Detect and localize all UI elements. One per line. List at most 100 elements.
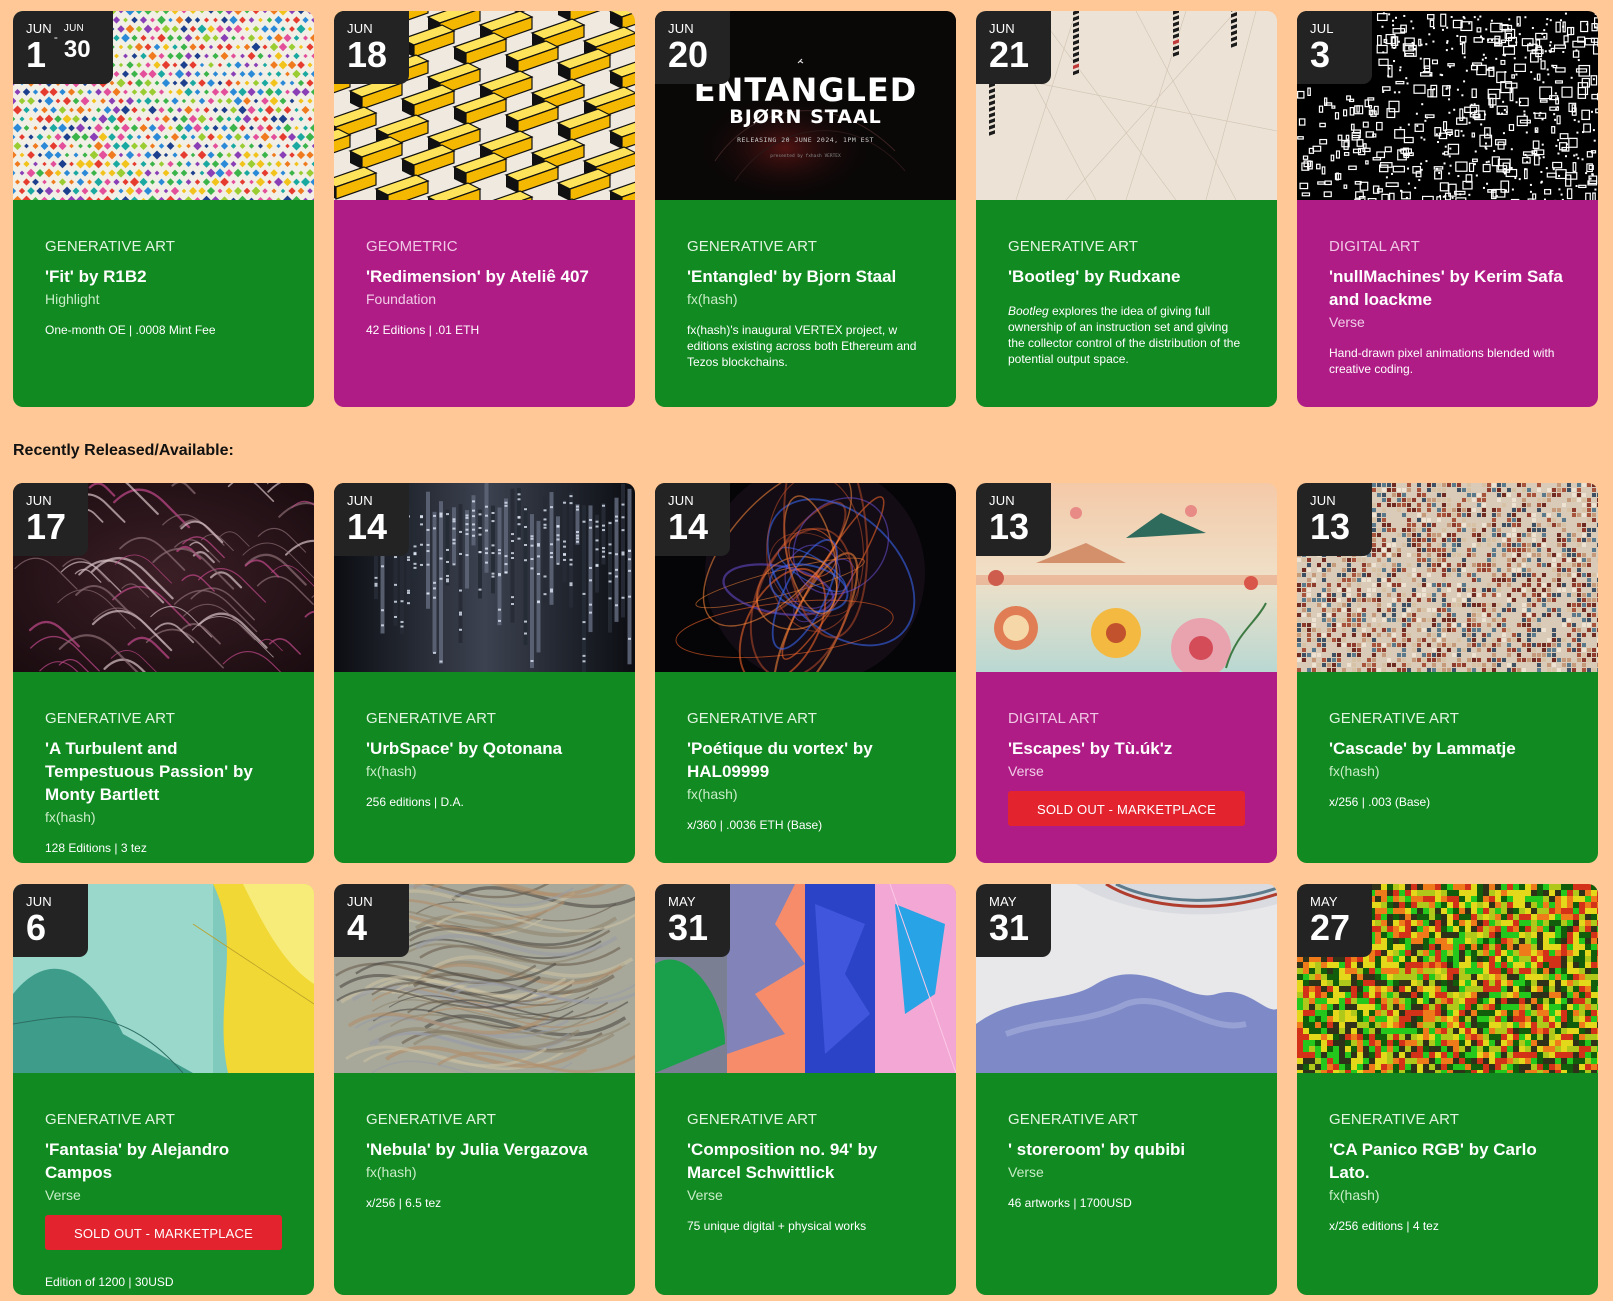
card-description: 75 unique digital + physical works [687, 1219, 867, 1233]
card-title[interactable]: 'Escapes' by Tù.úk'z [1008, 737, 1245, 760]
platform-label: Highlight [45, 291, 100, 307]
card-vortex[interactable]: JUN 14 GENERATIVE ART 'Poétique du vortex… [655, 483, 956, 863]
released-row-2: JUN 6 GENERATIVE ART 'Fantasia' by Alejan… [13, 884, 1598, 1295]
card-urbspace[interactable]: JUN 14 GENERATIVE ART 'UrbSpace' by Qoton… [334, 483, 635, 863]
category-label: GENERATIVE ART [1329, 710, 1460, 727]
card-title[interactable]: 'Entangled' by Bjorn Staal [687, 265, 924, 288]
date-badge: JUN 14 [334, 483, 409, 556]
card-nebula[interactable]: JUN 4 GENERATIVE ART 'Nebula' by Julia Ve… [334, 884, 635, 1295]
platform-label: Verse [1329, 314, 1365, 330]
date-badge: JUN 6 [13, 884, 88, 957]
card-title[interactable]: ' storeroom' by qubibi [1008, 1138, 1245, 1161]
sold-out-marketplace-button[interactable]: SOLD OUT - MARKETPLACE [1008, 791, 1245, 826]
date-badge: JUN 4 [334, 884, 409, 957]
date-badge: JUN 21 [976, 11, 1051, 84]
card-description: x/256 | 6.5 tez [366, 1196, 442, 1210]
card-turbulent[interactable]: JUN 17 GENERATIVE ART 'A Turbulent and Te… [13, 483, 314, 863]
card-description: Hand-drawn pixel animations blended with… [1329, 346, 1555, 376]
card-description: x/256 editions | 4 tez [1329, 1219, 1439, 1233]
card-ca-panico[interactable]: MAY 27 GENERATIVE ART 'CA Panico RGB' by … [1297, 884, 1598, 1295]
card-title[interactable]: 'Redimension' by Ateliê 407 [366, 265, 603, 288]
platform-label: fx(hash) [687, 291, 738, 307]
card-title[interactable]: 'nullMachines' by Kerim Safa and loackme [1329, 265, 1566, 311]
card-title[interactable]: 'Fit' by R1B2 [45, 265, 282, 288]
card-description: 42 Editions | .01 ETH [366, 323, 480, 337]
date-badge: JUN 1- JUN 30 [13, 11, 113, 84]
platform-label: fx(hash) [366, 763, 417, 779]
artwork-nebula: JUN 4 [334, 884, 635, 1073]
card-body: GENERATIVE ART 'Poétique du vortex' by H… [655, 672, 956, 863]
category-label: GENERATIVE ART [687, 1111, 818, 1128]
card-body: GENERATIVE ART 'CA Panico RGB' by Carlo … [1297, 1073, 1598, 1295]
card-body: GENERATIVE ART 'Fantasia' by Alejandro C… [13, 1073, 314, 1295]
category-label: GENERATIVE ART [1008, 1111, 1139, 1128]
artwork-storeroom: MAY 31 [976, 884, 1277, 1073]
artwork-presented-text: presented by fxhash VERTEX [770, 154, 841, 159]
card-description: 46 artworks | 1700USD [1008, 1196, 1132, 1210]
date-badge: JUN 17 [13, 483, 88, 556]
category-label: GENERATIVE ART [687, 710, 818, 727]
platform-label: fx(hash) [45, 809, 96, 825]
artwork-fit: JUN 1- JUN 30 [13, 11, 314, 200]
category-label: DIGITAL ART [1329, 238, 1420, 255]
category-label: GEOMETRIC [366, 238, 458, 255]
card-body: GENERATIVE ART 'Fit' by R1B2 Highlight O… [13, 200, 314, 407]
card-composition[interactable]: MAY 31 GENERATIVE ART 'Composition no. 94… [655, 884, 956, 1295]
artwork-entangled: ENTANGLED BJØRN STAAL RELEASING 20 JUNE … [655, 11, 956, 200]
card-body: GENERATIVE ART 'A Turbulent and Tempestu… [13, 672, 314, 863]
card-body: DIGITAL ART 'Escapes' by Tù.úk'z Verse S… [976, 672, 1277, 863]
section-heading: Recently Released/Available: [13, 442, 234, 459]
card-nullmachines[interactable]: JUL 3 DIGITAL ART 'nullMachines' by Kerim… [1297, 11, 1598, 407]
card-title[interactable]: 'UrbSpace' by Qotonana [366, 737, 603, 760]
card-description: x/256 | .003 (Base) [1329, 795, 1431, 809]
card-bootleg[interactable]: JUN 21 GENERATIVE ART 'Bootleg' by Rudxan… [976, 11, 1277, 407]
category-label: GENERATIVE ART [366, 710, 497, 727]
card-fit[interactable]: JUN 1- JUN 30 GENERATIVE ART 'Fit' by R1B2 … [13, 11, 314, 407]
card-entangled[interactable]: ENTANGLED BJØRN STAAL RELEASING 20 JUNE … [655, 11, 956, 407]
category-label: GENERATIVE ART [1329, 1111, 1460, 1128]
card-description: Bootleg explores the idea of giving full… [1008, 304, 1241, 366]
date-badge: JUN 14 [655, 483, 730, 556]
card-escapes[interactable]: JUN 13 DIGITAL ART 'Escapes' by Tù.úk'z V… [976, 483, 1277, 863]
card-body: GENERATIVE ART 'Cascade' by Lammatje fx(… [1297, 672, 1598, 863]
category-label: DIGITAL ART [1008, 710, 1099, 727]
card-description: fx(hash)'s inaugural VERTEX project, w e… [687, 323, 917, 369]
card-title[interactable]: 'Composition no. 94' by Marcel Schwittli… [687, 1138, 924, 1184]
artwork-artist-text: BJØRN STAAL [729, 106, 882, 128]
date-badge: JUN 20 [655, 11, 730, 84]
card-storeroom[interactable]: MAY 31 GENERATIVE ART ' storeroom' by qub… [976, 884, 1277, 1295]
card-title[interactable]: 'Poétique du vortex' by HAL09999 [687, 737, 924, 783]
date-badge: JUN 18 [334, 11, 409, 84]
artwork-turbulent: JUN 17 [13, 483, 314, 672]
card-title[interactable]: 'Nebula' by Julia Vergazova [366, 1138, 603, 1161]
artwork-cascade: JUN 13 [1297, 483, 1598, 672]
card-cascade[interactable]: JUN 13 GENERATIVE ART 'Cascade' by Lammat… [1297, 483, 1598, 863]
card-body: DIGITAL ART 'nullMachines' by Kerim Safa… [1297, 200, 1598, 407]
artwork-redimension: JUN 18 [334, 11, 635, 200]
platform-label: Verse [687, 1187, 723, 1203]
artwork-release-text: RELEASING 20 JUNE 2024, 1PM EST [737, 136, 874, 144]
card-description: 256 editions | D.A. [366, 795, 464, 809]
card-title[interactable]: 'Cascade' by Lammatje [1329, 737, 1566, 760]
card-title[interactable]: 'A Turbulent and Tempestuous Passion' by… [45, 737, 282, 806]
category-label: GENERATIVE ART [687, 238, 818, 255]
date-badge: MAY 31 [976, 884, 1051, 957]
card-body: GENERATIVE ART ' storeroom' by qubibi Ve… [976, 1073, 1277, 1295]
platform-label: fx(hash) [1329, 1187, 1380, 1203]
card-fantasia[interactable]: JUN 6 GENERATIVE ART 'Fantasia' by Alejan… [13, 884, 314, 1295]
card-body: GENERATIVE ART 'Entangled' by Bjorn Staa… [655, 200, 956, 407]
card-title[interactable]: 'CA Panico RGB' by Carlo Lato. [1329, 1138, 1566, 1184]
upcoming-row: JUN 1- JUN 30 GENERATIVE ART 'Fit' by R1B2 … [13, 11, 1598, 407]
card-body: GENERATIVE ART 'Composition no. 94' by M… [655, 1073, 956, 1295]
sold-out-marketplace-button[interactable]: SOLD OUT - MARKETPLACE [45, 1215, 282, 1250]
platform-label: Verse [45, 1187, 81, 1203]
artwork-nullmachines: JUL 3 [1297, 11, 1598, 200]
date-badge: JUN 13 [1297, 483, 1372, 556]
category-label: GENERATIVE ART [45, 1111, 176, 1128]
card-redimension[interactable]: JUN 18 GEOMETRIC 'Redimension' by Ateliê … [334, 11, 635, 407]
date-badge: JUL 3 [1297, 11, 1372, 84]
card-title[interactable]: 'Fantasia' by Alejandro Campos [45, 1138, 282, 1184]
category-label: GENERATIVE ART [45, 238, 176, 255]
date-badge: MAY 31 [655, 884, 730, 957]
card-title[interactable]: 'Bootleg' by Rudxane [1008, 265, 1245, 288]
